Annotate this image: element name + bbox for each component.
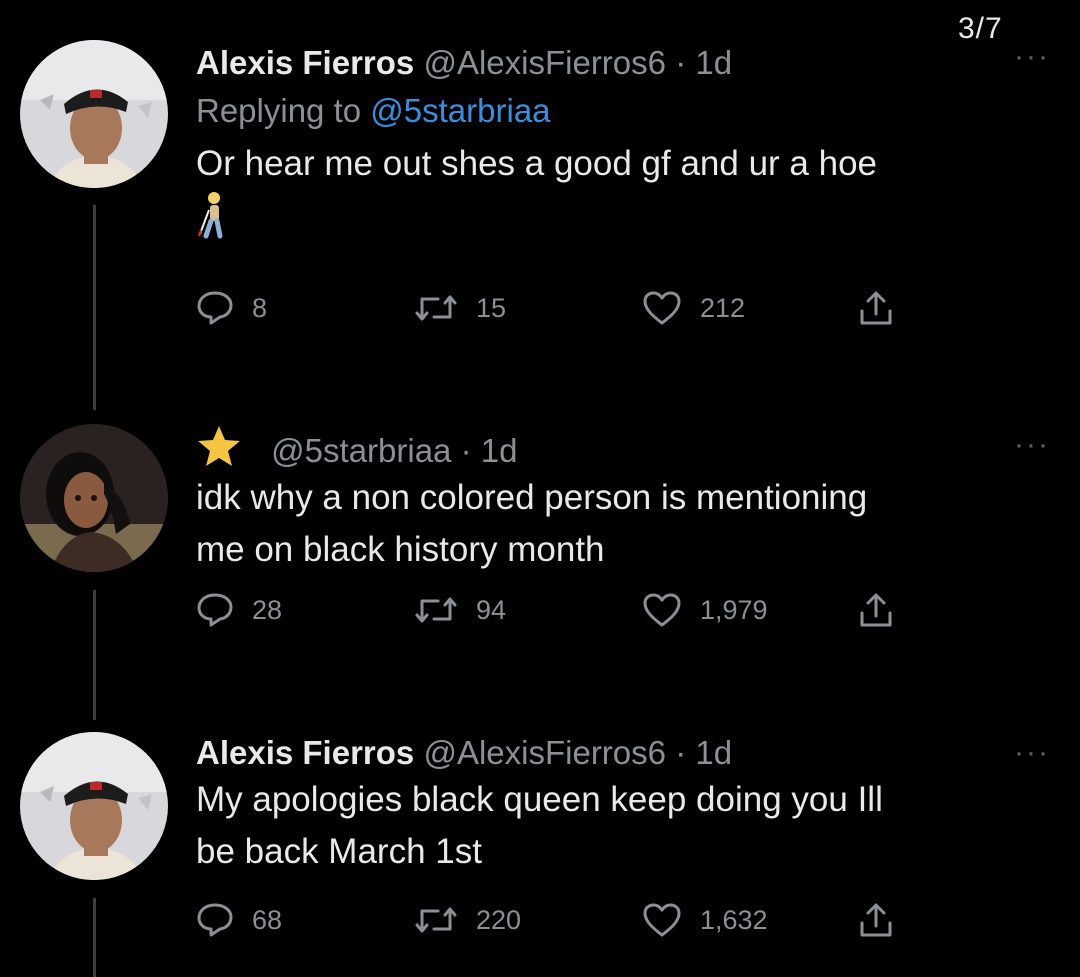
- separator: ·: [460, 432, 472, 469]
- retweet-count: 220: [476, 904, 522, 935]
- share-icon: [860, 903, 892, 937]
- reply-icon: [197, 291, 233, 325]
- avatar[interactable]: [20, 424, 168, 572]
- share-button[interactable]: [858, 289, 894, 327]
- more-options-button[interactable]: ···: [1014, 428, 1050, 462]
- share-icon: [860, 291, 892, 325]
- retweet-button[interactable]: 220: [414, 905, 521, 936]
- tweet-2[interactable]: @5starbriaa · 1d idk why a non colored p…: [0, 410, 1080, 720]
- reply-button[interactable]: 8: [196, 290, 267, 326]
- retweet-count: 94: [476, 594, 507, 625]
- timestamp[interactable]: 1d: [695, 44, 732, 81]
- thread-line: [93, 205, 96, 410]
- share-icon: [860, 593, 892, 627]
- tweet-3[interactable]: Alexis Fierros @AlexisFierros6 · 1d My a…: [0, 720, 1080, 977]
- tweet-1[interactable]: Alexis Fierros @AlexisFierros6 · 1d Repl…: [0, 0, 1080, 410]
- retweet-icon: [415, 597, 457, 623]
- more-options-button[interactable]: ···: [1014, 40, 1050, 74]
- like-count: 212: [700, 292, 746, 323]
- user-handle[interactable]: @AlexisFierros6: [423, 734, 666, 771]
- retweet-count: 15: [476, 292, 507, 323]
- retweet-button[interactable]: 15: [414, 293, 506, 324]
- separator: ·: [675, 734, 687, 771]
- like-count: 1,632: [700, 904, 768, 935]
- reply-count: 68: [252, 904, 283, 935]
- replying-to: Replying to @5starbriaa: [196, 90, 1040, 132]
- heart-icon: [643, 593, 681, 627]
- reply-button[interactable]: 68: [196, 902, 282, 938]
- share-button[interactable]: [858, 901, 894, 939]
- separator: ·: [675, 44, 687, 81]
- tweet-text: My apologies black queen keep doing you …: [196, 774, 1040, 878]
- timestamp[interactable]: 1d: [695, 734, 732, 771]
- tweet-text: idk why a non colored person is mentioni…: [196, 472, 1040, 576]
- tweet-text-line: be back March 1st: [196, 832, 482, 871]
- more-options-button[interactable]: ···: [1014, 736, 1050, 770]
- reply-icon: [197, 593, 233, 627]
- person-with-white-cane-emoji: [196, 190, 1040, 242]
- reply-count: 28: [252, 594, 283, 625]
- retweet-icon: [415, 295, 457, 321]
- like-button[interactable]: 212: [642, 290, 745, 326]
- avatar[interactable]: [20, 732, 168, 880]
- tweet-text-line: idk why a non colored person is mentioni…: [196, 478, 868, 517]
- tweet-text-line: me on black history month: [196, 530, 605, 569]
- thread-line: [93, 590, 96, 720]
- mention-link[interactable]: @5starbriaa: [370, 92, 550, 129]
- timestamp[interactable]: 1d: [481, 432, 518, 469]
- user-handle[interactable]: @5starbriaa: [271, 432, 451, 469]
- retweet-button[interactable]: 94: [414, 595, 506, 626]
- tweet-text: Or hear me out shes a good gf and ur a h…: [196, 144, 877, 183]
- like-button[interactable]: 1,979: [642, 592, 768, 628]
- heart-icon: [643, 291, 681, 325]
- tweet-text-line: My apologies black queen keep doing you …: [196, 780, 883, 819]
- display-name[interactable]: Alexis Fierros: [196, 734, 414, 771]
- reply-count: 8: [252, 292, 268, 323]
- star-icon: [198, 426, 240, 466]
- share-button[interactable]: [858, 591, 894, 629]
- reply-button[interactable]: 28: [196, 592, 282, 628]
- avatar[interactable]: [20, 40, 168, 188]
- retweet-icon: [415, 907, 457, 933]
- user-handle[interactable]: @AlexisFierros6: [423, 44, 666, 81]
- thread-line: [93, 898, 96, 977]
- heart-icon: [643, 903, 681, 937]
- like-button[interactable]: 1,632: [642, 902, 768, 938]
- replying-prefix: Replying to: [196, 92, 362, 129]
- display-name[interactable]: Alexis Fierros: [196, 44, 414, 81]
- reply-icon: [197, 903, 233, 937]
- like-count: 1,979: [700, 594, 768, 625]
